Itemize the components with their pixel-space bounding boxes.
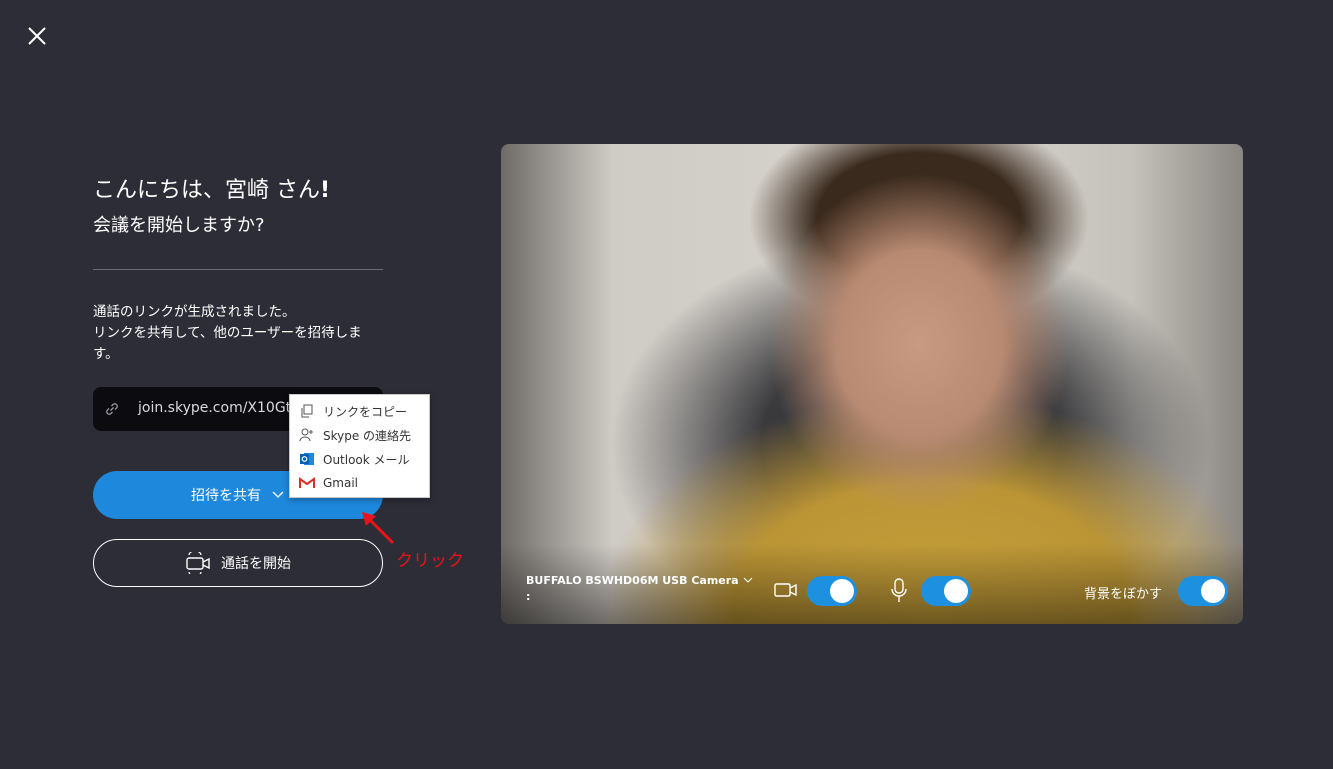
share-menu: リンクをコピー Skype の連絡先 Outlook メール Gmail [289,394,430,498]
greeting-panel: こんにちは、宮崎 さん! 会議を開始しますか? [93,170,383,238]
microphone-icon [891,578,907,602]
add-contact-icon [299,427,315,443]
share-invite-label: 招待を共有 [191,488,261,504]
close-icon [28,27,46,45]
outlook-icon [299,451,315,467]
greeting-subtitle: 会議を開始しますか? [93,215,265,236]
link-icon [106,403,118,415]
copy-icon [299,403,315,419]
divider [93,269,383,270]
menu-item-copy-link[interactable]: リンクをコピー [290,399,429,423]
close-button[interactable] [24,23,50,49]
greeting-exclaim: ! [320,178,331,203]
greeting-text: こんにちは、宮崎 さん [93,178,320,203]
camera-selector[interactable]: BUFFALO BSWHD06M USB Camera : [526,573,753,605]
background-blur-label: 背景をぼかす [1084,587,1163,602]
menu-item-label: Outlook メール [323,452,410,467]
menu-item-label: Skype の連絡先 [323,428,412,443]
start-call-label: 通話を開始 [221,556,291,572]
meeting-link-url: join.skype.com/X10GtK [138,400,301,416]
toggle-knob [1201,579,1225,603]
description-line-2: リンクを共有して、他のユーザーを招待します。 [93,325,362,362]
video-call-icon [186,552,210,574]
chevron-down-icon [743,573,753,589]
annotation-arrow-icon [362,512,395,545]
start-call-button[interactable]: 通話を開始 [93,539,383,587]
gmail-icon [299,475,315,491]
link-description: 通話のリンクが生成されました。 リンクを共有して、他のユーザーを招待します。 [93,302,385,365]
greeting-title: こんにちは、宮崎 さん! [93,176,383,206]
menu-item-skype-contacts[interactable]: Skype の連絡先 [290,423,429,447]
microphone-toggle[interactable] [921,576,971,606]
menu-item-label: Gmail [323,476,359,490]
camera-preview: BUFFALO BSWHD06M USB Camera : 背景をぼかす [501,144,1243,624]
description-line-1: 通話のリンクが生成されました。 [93,304,296,320]
video-toggle[interactable] [807,576,857,606]
camera-name: BUFFALO BSWHD06M USB Camera [526,574,739,587]
menu-item-outlook[interactable]: Outlook メール [290,447,429,471]
background-blur-toggle[interactable] [1178,576,1228,606]
menu-item-gmail[interactable]: Gmail [290,471,429,495]
camera-name-suffix: : [526,590,531,603]
menu-item-label: リンクをコピー [323,404,408,419]
chevron-down-icon [272,491,284,498]
toggle-knob [944,579,968,603]
video-camera-icon [774,583,797,597]
annotation-click-label: クリック [396,551,464,571]
toggle-knob [830,579,854,603]
